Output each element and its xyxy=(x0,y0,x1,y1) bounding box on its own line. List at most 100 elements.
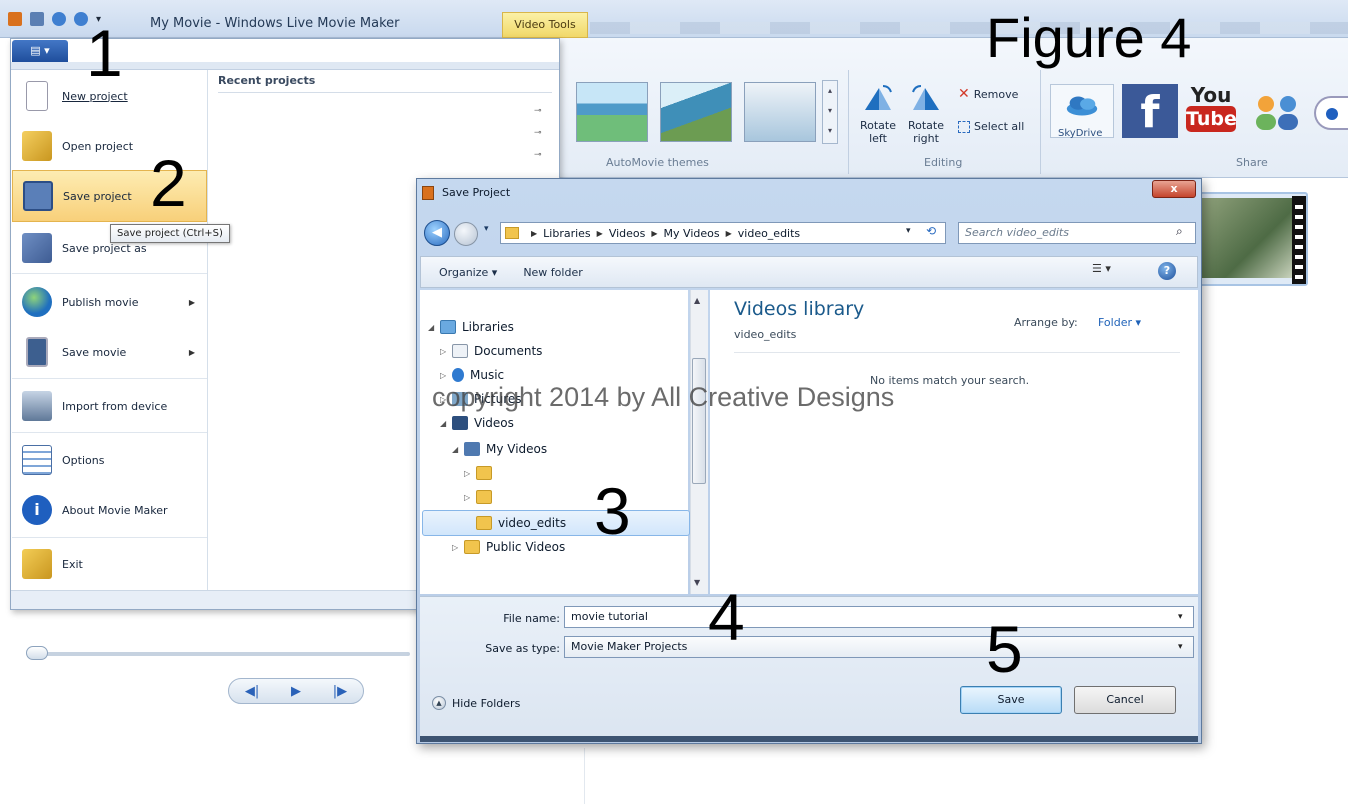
remove-label: Remove xyxy=(973,87,1019,101)
recent-locations-dropdown[interactable]: ▾ xyxy=(484,224,489,234)
expanded-arrow-icon[interactable]: ◢ xyxy=(440,419,452,428)
save-movie-icon xyxy=(26,337,48,367)
menu-item-label: Save project xyxy=(63,189,132,203)
share-group-label: Share xyxy=(1236,156,1268,169)
chevron-right-icon: ▶ xyxy=(725,228,732,238)
collapsed-arrow-icon[interactable]: ▷ xyxy=(452,543,464,552)
pin-icon[interactable]: ⊸ xyxy=(534,150,542,160)
tree-item-video-edits[interactable]: video_edits xyxy=(476,512,566,534)
library-subtitle: video_edits xyxy=(734,328,797,341)
undo-icon[interactable] xyxy=(52,12,66,26)
about-icon: i xyxy=(22,495,52,525)
hide-folders-button[interactable]: ▲ Hide Folders xyxy=(432,696,520,710)
menu-save-movie[interactable]: Save movie ▶ xyxy=(12,326,207,378)
file-name-input[interactable]: movie tutorial xyxy=(564,606,1194,628)
my-videos-icon xyxy=(464,442,480,456)
scroll-up-icon[interactable]: ▲ xyxy=(694,296,700,305)
themes-scroll[interactable]: ▴ ▾ ▾ xyxy=(822,80,838,144)
breadcrumb-libraries[interactable]: Libraries xyxy=(543,227,591,240)
menu-about[interactable]: i About Movie Maker xyxy=(12,484,207,536)
save-project-as-icon xyxy=(22,233,52,263)
recent-projects-divider xyxy=(218,92,552,93)
rotate-right-button[interactable]: Rotate right xyxy=(904,82,948,145)
save-type-label: Save as type: xyxy=(485,642,560,655)
youtube-icon[interactable]: You Tube xyxy=(1186,84,1237,138)
save-type-dropdown-icon[interactable]: ▾ xyxy=(1178,642,1183,652)
arrange-by-dropdown[interactable]: Folder ▾ xyxy=(1098,316,1141,329)
help-icon[interactable]: ? xyxy=(1158,262,1176,280)
save-type-select[interactable]: Movie Maker Projects xyxy=(564,636,1194,658)
pin-icon[interactable]: ⊸ xyxy=(534,128,542,138)
collapsed-arrow-icon[interactable]: ▷ xyxy=(440,371,452,380)
seek-bar[interactable] xyxy=(30,652,410,656)
file-name-dropdown-icon[interactable]: ▾ xyxy=(1178,612,1183,622)
menu-publish-movie[interactable]: Publish movie ▶ xyxy=(12,276,207,328)
menu-item-label: Publish movie xyxy=(62,295,139,309)
close-button[interactable]: x xyxy=(1152,180,1196,198)
tree-item-documents[interactable]: ▷ Documents xyxy=(440,340,542,362)
facebook-icon[interactable]: f xyxy=(1122,84,1178,138)
video-tools-tab[interactable]: Video Tools xyxy=(502,12,588,38)
file-menu-button[interactable]: ▤ ▾ xyxy=(12,40,68,62)
search-icon[interactable]: ⌕ xyxy=(1176,224,1183,239)
back-button[interactable]: ◀ xyxy=(424,220,450,246)
library-title: Videos library xyxy=(734,298,865,320)
dialog-app-icon xyxy=(422,186,434,200)
people-share-icon[interactable] xyxy=(1250,84,1304,138)
menu-item-label: Import from device xyxy=(62,399,168,413)
refresh-icon[interactable]: ⟲ xyxy=(926,224,936,238)
search-input[interactable]: Search video_edits xyxy=(958,222,1196,244)
tree-item-my-videos[interactable]: ◢ My Videos xyxy=(452,438,547,460)
breadcrumb-my-videos[interactable]: My Videos xyxy=(664,227,720,240)
new-project-icon xyxy=(26,81,48,111)
forward-button[interactable] xyxy=(454,222,478,246)
organize-button[interactable]: Organize ▾ xyxy=(439,266,497,279)
tree-item-folder[interactable]: ▷ xyxy=(464,486,498,508)
address-bar[interactable]: ▶ Libraries ▶ Videos ▶ My Videos ▶ video… xyxy=(500,222,946,244)
collapsed-arrow-icon[interactable]: ▷ xyxy=(464,493,476,502)
collapsed-arrow-icon[interactable]: ▷ xyxy=(440,347,452,356)
breadcrumb-video-edits[interactable]: video_edits xyxy=(738,227,800,240)
scrollbar-thumb[interactable] xyxy=(692,358,706,484)
expanded-arrow-icon[interactable]: ◢ xyxy=(452,445,464,454)
seek-thumb[interactable] xyxy=(26,646,48,660)
step-number-5: 5 xyxy=(986,612,1023,686)
menu-exit[interactable]: Exit xyxy=(12,538,207,590)
people-icon xyxy=(1256,96,1298,130)
chevron-right-icon: ▶ xyxy=(651,228,658,238)
save-icon[interactable] xyxy=(30,12,44,26)
background-timeline-strip xyxy=(420,736,1198,742)
view-options-icon[interactable]: ☰ ▾ xyxy=(1092,262,1120,280)
scroll-down-icon[interactable]: ▼ xyxy=(694,578,700,587)
automovie-group-label: AutoMovie themes xyxy=(606,156,709,169)
theme-thumbnail[interactable] xyxy=(744,82,816,142)
pin-icon[interactable]: ⊸ xyxy=(534,106,542,116)
rotate-left-button[interactable]: Rotate left xyxy=(856,82,900,145)
select-all-button[interactable]: Select all xyxy=(958,120,1024,133)
previous-frame-icon[interactable]: ◀| xyxy=(245,684,259,699)
expanded-arrow-icon[interactable]: ◢ xyxy=(428,323,440,332)
import-device-icon xyxy=(22,391,52,421)
remove-button[interactable]: ✕ Remove xyxy=(958,86,1018,102)
submenu-arrow-icon: ▶ xyxy=(188,297,195,307)
breadcrumb-videos[interactable]: Videos xyxy=(609,227,646,240)
options-icon xyxy=(22,445,52,475)
tree-item-videos[interactable]: ◢ Videos xyxy=(440,412,514,434)
save-button[interactable]: Save xyxy=(960,686,1062,714)
address-dropdown-icon[interactable]: ▾ xyxy=(906,226,911,236)
cancel-button[interactable]: Cancel xyxy=(1074,686,1176,714)
tree-item-public-videos[interactable]: ▷ Public Videos xyxy=(452,536,565,558)
menu-item-label: Open project xyxy=(62,139,134,153)
play-icon[interactable]: ▶ xyxy=(291,684,301,699)
theme-thumbnail[interactable] xyxy=(576,82,648,142)
collapsed-arrow-icon[interactable]: ▷ xyxy=(464,469,476,478)
menu-import-device[interactable]: Import from device xyxy=(12,380,207,432)
menu-options[interactable]: Options xyxy=(12,434,207,486)
dialog-title: Save Project xyxy=(442,186,511,199)
tree-item-folder[interactable]: ▷ xyxy=(464,462,498,484)
folder-icon xyxy=(476,516,492,530)
new-folder-button[interactable]: New folder xyxy=(523,266,582,279)
next-frame-icon[interactable]: |▶ xyxy=(333,684,347,699)
theme-thumbnail[interactable] xyxy=(660,82,732,142)
tree-item-libraries[interactable]: ◢ Libraries xyxy=(428,316,514,338)
